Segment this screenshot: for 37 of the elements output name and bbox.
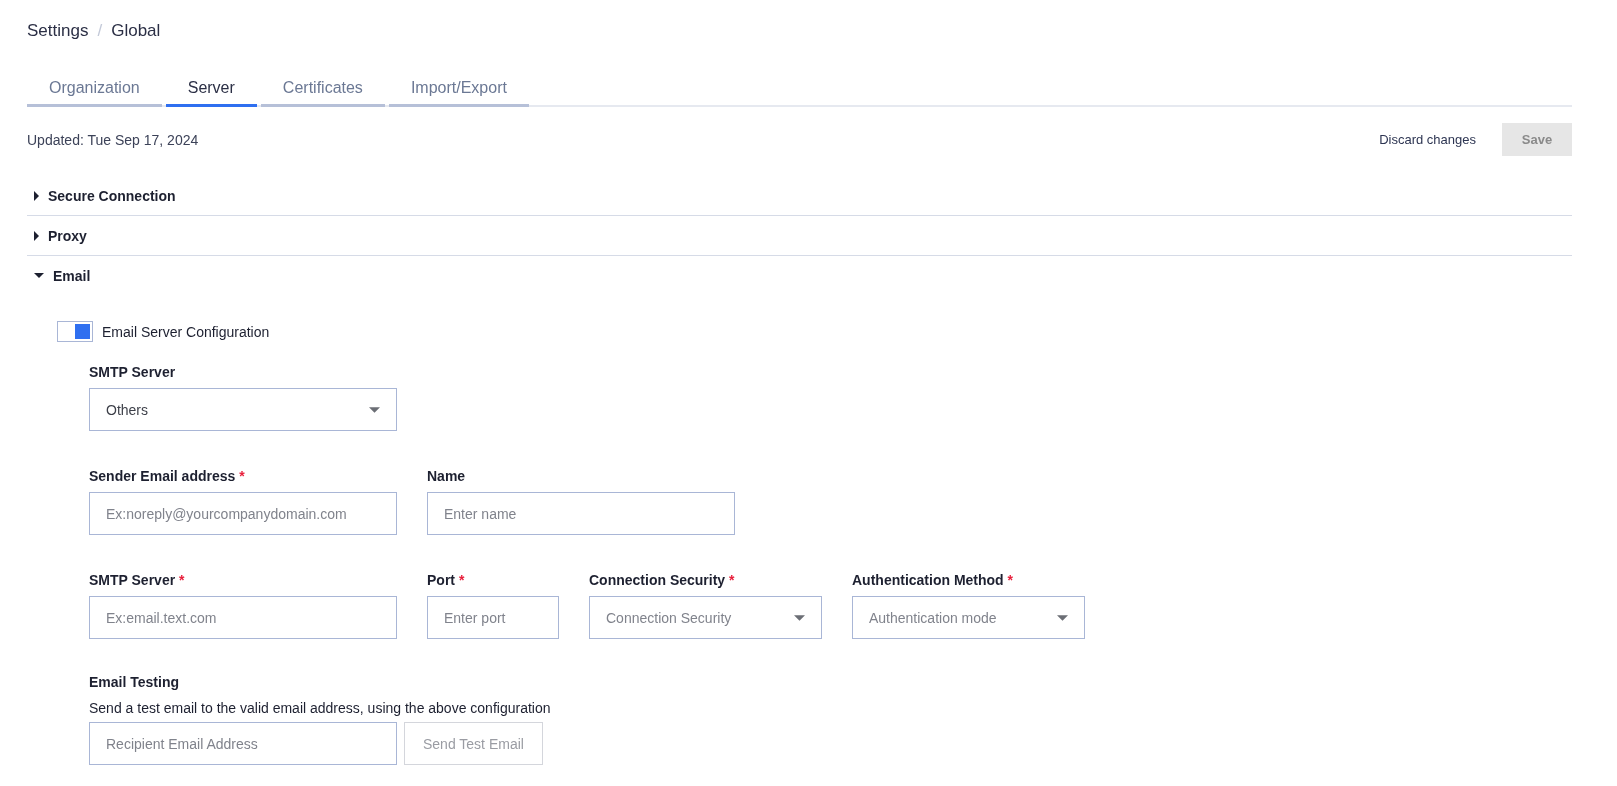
caret-down-icon [34, 273, 44, 278]
dropdown[interactable]: Authentication mode [852, 596, 1085, 639]
tab[interactable]: Import/Export [388, 74, 529, 107]
breadcrumb-item: Global [111, 21, 161, 41]
input-field[interactable]: Recipient Email Address [89, 722, 397, 765]
input-field[interactable]: Ex:noreply@yourcompanydomain.com [89, 492, 397, 535]
discard-changes-button[interactable]: Discard changes [1379, 132, 1476, 147]
input-field[interactable]: Enter name [427, 492, 735, 535]
input-field[interactable]: Enter port [427, 596, 559, 639]
toggle-switch[interactable] [57, 321, 93, 342]
tab[interactable]: Certificates [260, 74, 385, 107]
caret-right-icon [34, 190, 39, 201]
caret-down-icon [1057, 614, 1068, 621]
tab[interactable]: Server [165, 74, 257, 107]
dropdown[interactable]: Others [89, 388, 397, 431]
breadcrumb-separator: / [97, 21, 103, 41]
field-label: SMTP Server * [89, 572, 186, 588]
caret-right-icon [34, 230, 39, 241]
field-label: Connection Security * [589, 572, 736, 588]
field-label: Name [427, 468, 467, 484]
updated-date: Updated: Tue Sep 17, 2024 [27, 131, 199, 148]
description-text: Send a test email to the valid email address, using the above configuration [89, 700, 552, 716]
section-header[interactable]: Proxy [27, 216, 1572, 256]
input-field[interactable]: Ex:email.text.com [89, 596, 397, 639]
breadcrumb-item[interactable]: Settings [27, 21, 89, 41]
caret-down-icon [794, 614, 805, 621]
field-label: Authentication Method * [852, 572, 1014, 588]
field-label: SMTP Server [89, 364, 177, 380]
section-header[interactable]: Email [27, 256, 1572, 295]
dropdown[interactable]: Connection Security [589, 596, 822, 639]
tab[interactable]: Organization [27, 74, 162, 107]
section-label: Email Testing [89, 674, 180, 690]
field-label: Port * [427, 572, 466, 588]
caret-down-icon [369, 406, 380, 413]
section-header[interactable]: Secure Connection [27, 176, 1572, 216]
toggle-label: Email Server Configuration [102, 323, 270, 340]
field-label: Sender Email address * [89, 468, 246, 484]
